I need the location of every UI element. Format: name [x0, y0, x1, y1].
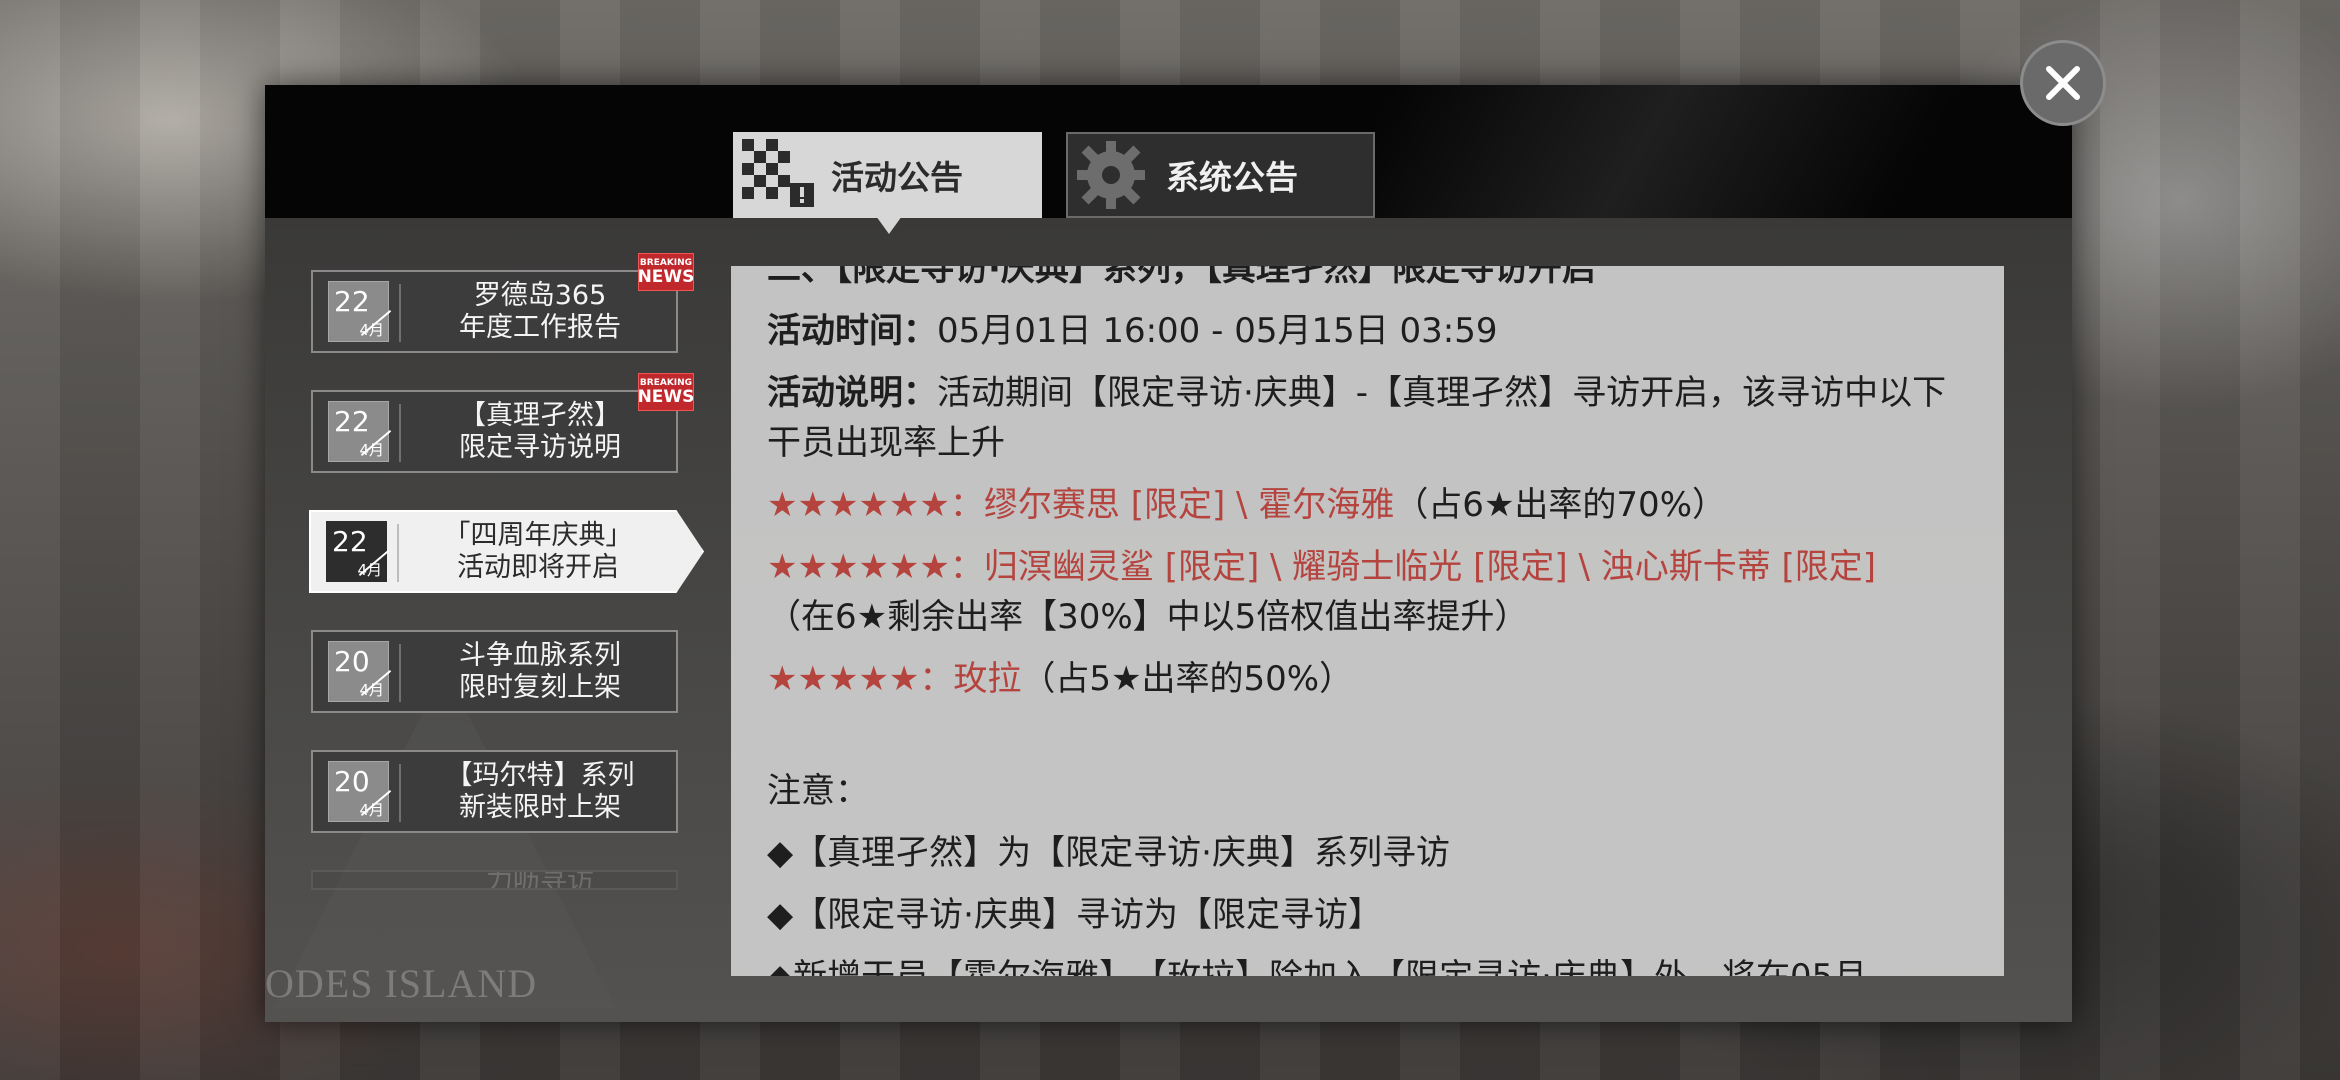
date-day: 20 [334, 645, 370, 678]
date-box: 22 4月 [328, 401, 392, 462]
announcement-item[interactable]: 22 4月 【真理孑然】 限定寻访说明 [311, 390, 678, 473]
close-icon [2046, 66, 2080, 100]
active-tab-pointer [876, 216, 902, 234]
breaking-news-badge: BREAKING NEWS [638, 253, 694, 291]
notice-item: ◆【真理孑然】为【限定寻访·庆典】系列寻访 [767, 833, 1450, 873]
date-box: 22 4月 [326, 521, 390, 582]
announcement-title: 罗德岛365 年度工作报告 [459, 280, 621, 343]
date-box: 22 4月 [328, 281, 392, 342]
tab-system-label: 系统公告 [1166, 158, 1298, 197]
announcement-title: 【玛尔特】系列 新装限时上架 [445, 760, 635, 823]
six-star-rate-up-2: ★★★★★★：归溟幽灵鲨 [限定] \ 耀骑士临光 [限定] \ 浊心斯卡蒂 [… [767, 547, 1877, 637]
date-day: 22 [334, 285, 370, 318]
announcement-item[interactable]: 力呖寻访 [311, 870, 678, 890]
notice-label: 注意： [767, 771, 869, 811]
date-month: 4月 [359, 801, 384, 819]
tab-system-announcement[interactable]: 系统公告 [1066, 132, 1375, 218]
activity-description: 活动说明：活动期间【限定寻访·庆典】-【真理孑然】寻访开启，该寻访中以下干员出现… [767, 373, 1947, 463]
date-month: 4月 [359, 321, 384, 339]
date-month: 4月 [359, 441, 384, 459]
date-box: 20 4月 [328, 761, 392, 822]
date-month: 4月 [357, 561, 382, 579]
content-heading: 二、【限定寻访·庆典】系列，【真理孑然】限定寻访开启 [767, 266, 1596, 289]
five-star-rate-up: ★★★★★：玫拉（占5★出率的50%） [767, 659, 1354, 699]
date-day: 20 [334, 765, 370, 798]
announcement-title: 【真理孑然】 限定寻访说明 [459, 400, 621, 463]
date-month: 4月 [359, 681, 384, 699]
rhodes-island-emblem [275, 668, 615, 1008]
rhodes-island-logo: ODES ISLAND [265, 961, 538, 1006]
close-button[interactable] [2020, 40, 2106, 126]
six-star-rate-up-1: ★★★★★★：缪尔赛思 [限定] \ 霍尔海雅（占6★出率的70%） [767, 485, 1726, 525]
announcement-item-selected[interactable]: 22 4月 「四周年庆典」 活动即将开启 [309, 510, 704, 593]
notice-item: ◆【限定寻访·庆典】寻访为【限定寻访】 [767, 895, 1382, 935]
tab-activity-label: 活动公告 [831, 158, 963, 197]
gear-icon [1068, 132, 1158, 218]
date-day: 22 [334, 405, 370, 438]
tab-activity-announcement[interactable]: 活动公告 [733, 132, 1042, 218]
notice-item: ◆新增干员【霍尔海雅】、【玫拉】除加入【限定寻访·庆典】外，将在05月 [767, 952, 1977, 976]
announcement-item[interactable]: 20 4月 【玛尔特】系列 新装限时上架 [311, 750, 678, 833]
checkered-flag-icon [733, 132, 823, 218]
announcement-item[interactable]: 22 4月 罗德岛365 年度工作报告 [311, 270, 678, 353]
announcement-item[interactable]: 20 4月 斗争血脉系列 限时复刻上架 [311, 630, 678, 713]
announcement-title: 斗争血脉系列 限时复刻上架 [459, 640, 621, 703]
date-day: 22 [332, 525, 368, 558]
date-box: 20 4月 [328, 641, 392, 702]
breaking-news-badge: BREAKING NEWS [638, 373, 694, 411]
activity-time: 活动时间：05月01日 16:00 - 05月15日 03:59 [767, 311, 1498, 351]
announcement-title: 「四周年庆典」 活动即将开启 [443, 520, 633, 583]
announcement-content[interactable]: 二、【限定寻访·庆典】系列，【真理孑然】限定寻访开启 活动时间：05月01日 1… [731, 266, 2004, 976]
announcement-title: 力呖寻访 [486, 870, 594, 890]
